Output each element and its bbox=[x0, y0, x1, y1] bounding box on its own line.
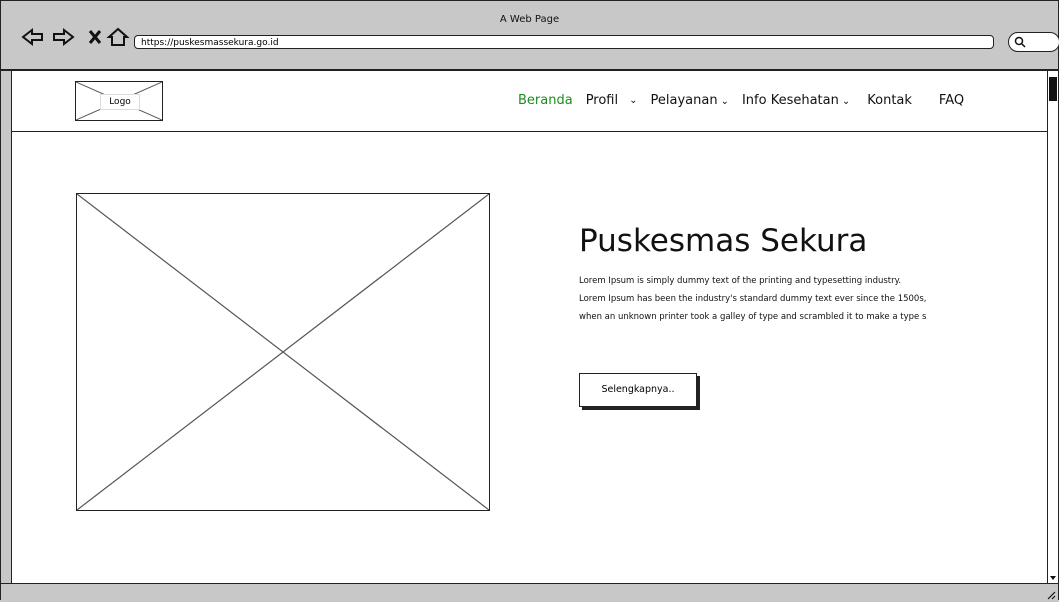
window-title: A Web Page bbox=[499, 14, 560, 25]
page-content: Logo Beranda Profil ⌄ Pelayanan ⌄ Info Ke… bbox=[11, 71, 1050, 583]
home-icon[interactable] bbox=[106, 27, 130, 47]
hero-text-line: Lorem Ipsum is simply dummy text of the … bbox=[579, 276, 902, 286]
menu-item-info-kesehatan-label: Info Kesehatan bbox=[741, 93, 839, 108]
vertical-scrollbar[interactable] bbox=[1047, 71, 1058, 583]
logo-label: Logo bbox=[100, 94, 140, 110]
menu-item-profil-label: Profil bbox=[585, 93, 619, 108]
hero-image-placeholder bbox=[76, 193, 490, 511]
site-header: Logo Beranda Profil ⌄ Pelayanan ⌄ Info Ke… bbox=[12, 71, 1050, 132]
resize-handle-icon[interactable] bbox=[1046, 590, 1056, 600]
menu-item-pelayanan[interactable]: Pelayanan ⌄ bbox=[651, 93, 729, 108]
search-icon bbox=[1014, 36, 1026, 48]
status-bar bbox=[1, 583, 1058, 602]
scroll-thumb[interactable] bbox=[1049, 77, 1057, 101]
browser-window: A Web Page https://puskesmassekura.go.id… bbox=[0, 0, 1059, 602]
menu-item-info-kesehatan[interactable]: Info Kesehatan ⌄ bbox=[742, 93, 850, 108]
selengkapnya-button[interactable]: Selengkapnya.. bbox=[579, 373, 697, 407]
back-icon[interactable] bbox=[21, 27, 45, 47]
hero-title: Puskesmas Sekura bbox=[579, 223, 868, 259]
menu-item-profil[interactable]: Profil bbox=[586, 93, 618, 108]
menu-item-faq[interactable]: FAQ bbox=[939, 93, 964, 108]
site-logo[interactable]: Logo bbox=[75, 81, 163, 121]
browser-titlebar: A Web Page https://puskesmassekura.go.id bbox=[1, 1, 1059, 71]
stop-icon[interactable] bbox=[83, 27, 107, 47]
menu-item-pelayanan-label: Pelayanan bbox=[650, 93, 718, 108]
menu-item-kontak[interactable]: Kontak bbox=[867, 93, 912, 108]
scroll-down-icon[interactable] bbox=[1049, 573, 1057, 583]
main-menu: Beranda Profil ⌄ Pelayanan ⌄ Info Kesehat… bbox=[518, 93, 970, 108]
menu-item-beranda[interactable]: Beranda bbox=[518, 93, 573, 108]
browser-search-button[interactable] bbox=[1008, 32, 1059, 52]
address-bar[interactable]: https://puskesmassekura.go.id bbox=[134, 35, 994, 49]
hero-text-line: when an unknown printer took a galley of… bbox=[579, 312, 927, 322]
chevron-down-icon: ⌄ bbox=[841, 96, 851, 107]
chevron-down-icon[interactable]: ⌄ bbox=[629, 95, 637, 106]
hero-description: Lorem Ipsum is simply dummy text of the … bbox=[579, 276, 999, 330]
chevron-down-icon: ⌄ bbox=[720, 96, 729, 107]
forward-icon[interactable] bbox=[51, 27, 75, 47]
hero-text-line: Lorem Ipsum has been the industry's stan… bbox=[579, 294, 927, 304]
